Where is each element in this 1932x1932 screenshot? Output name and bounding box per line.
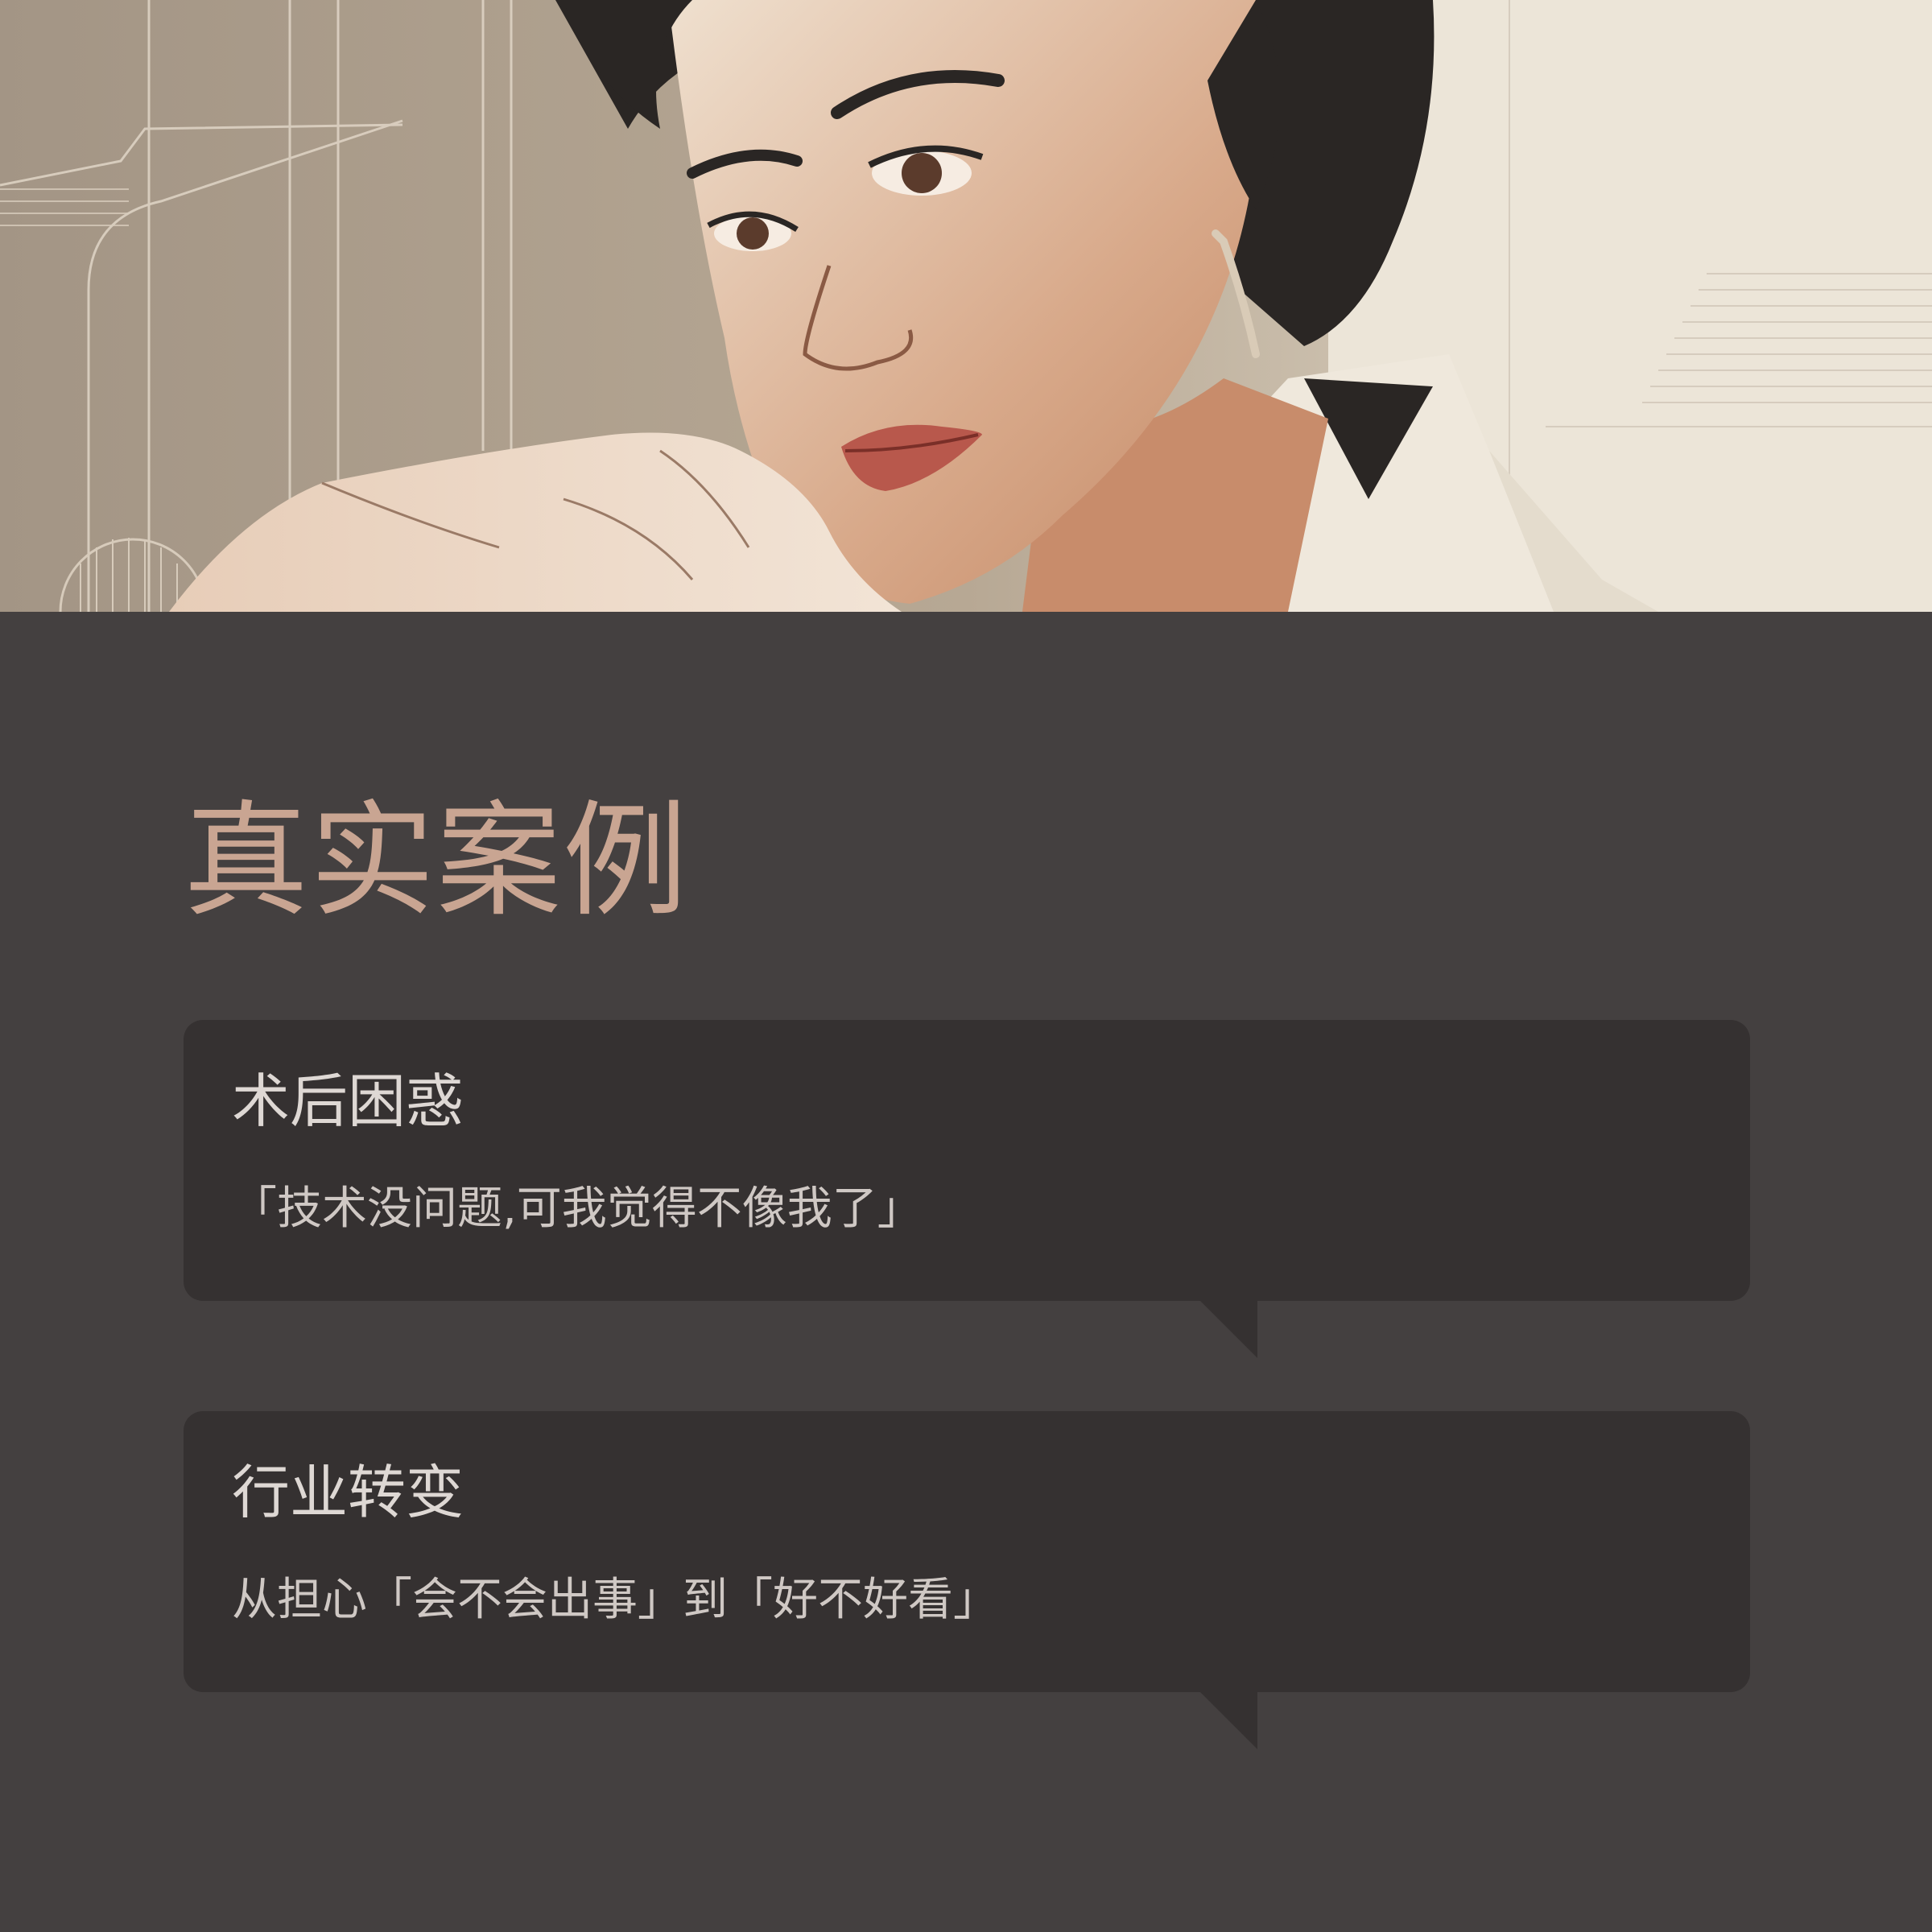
case-card: 术后困惑 「技术没问题,可我觉得不像我了」 <box>184 1020 1750 1358</box>
hero-illustration <box>0 0 1932 612</box>
case-card-quote: 「技术没问题,可我觉得不像我了」 <box>232 1183 923 1235</box>
page: 真实案例 术后困惑 「技术没问题,可我觉得不像我了」 行业转变 从担心「会不会出… <box>0 0 1932 1932</box>
case-card: 行业转变 从担心「会不会出事」到「好不好看」 <box>184 1411 1750 1749</box>
case-card-quote: 从担心「会不会出事」到「好不好看」 <box>232 1574 998 1626</box>
page-title: 真实案例 <box>184 788 689 934</box>
case-card-title: 行业转变 <box>232 1459 464 1526</box>
case-card-title: 术后困惑 <box>232 1067 464 1135</box>
speech-bubble-tail <box>1199 1691 1257 1749</box>
speech-bubble-tail <box>1199 1300 1257 1358</box>
